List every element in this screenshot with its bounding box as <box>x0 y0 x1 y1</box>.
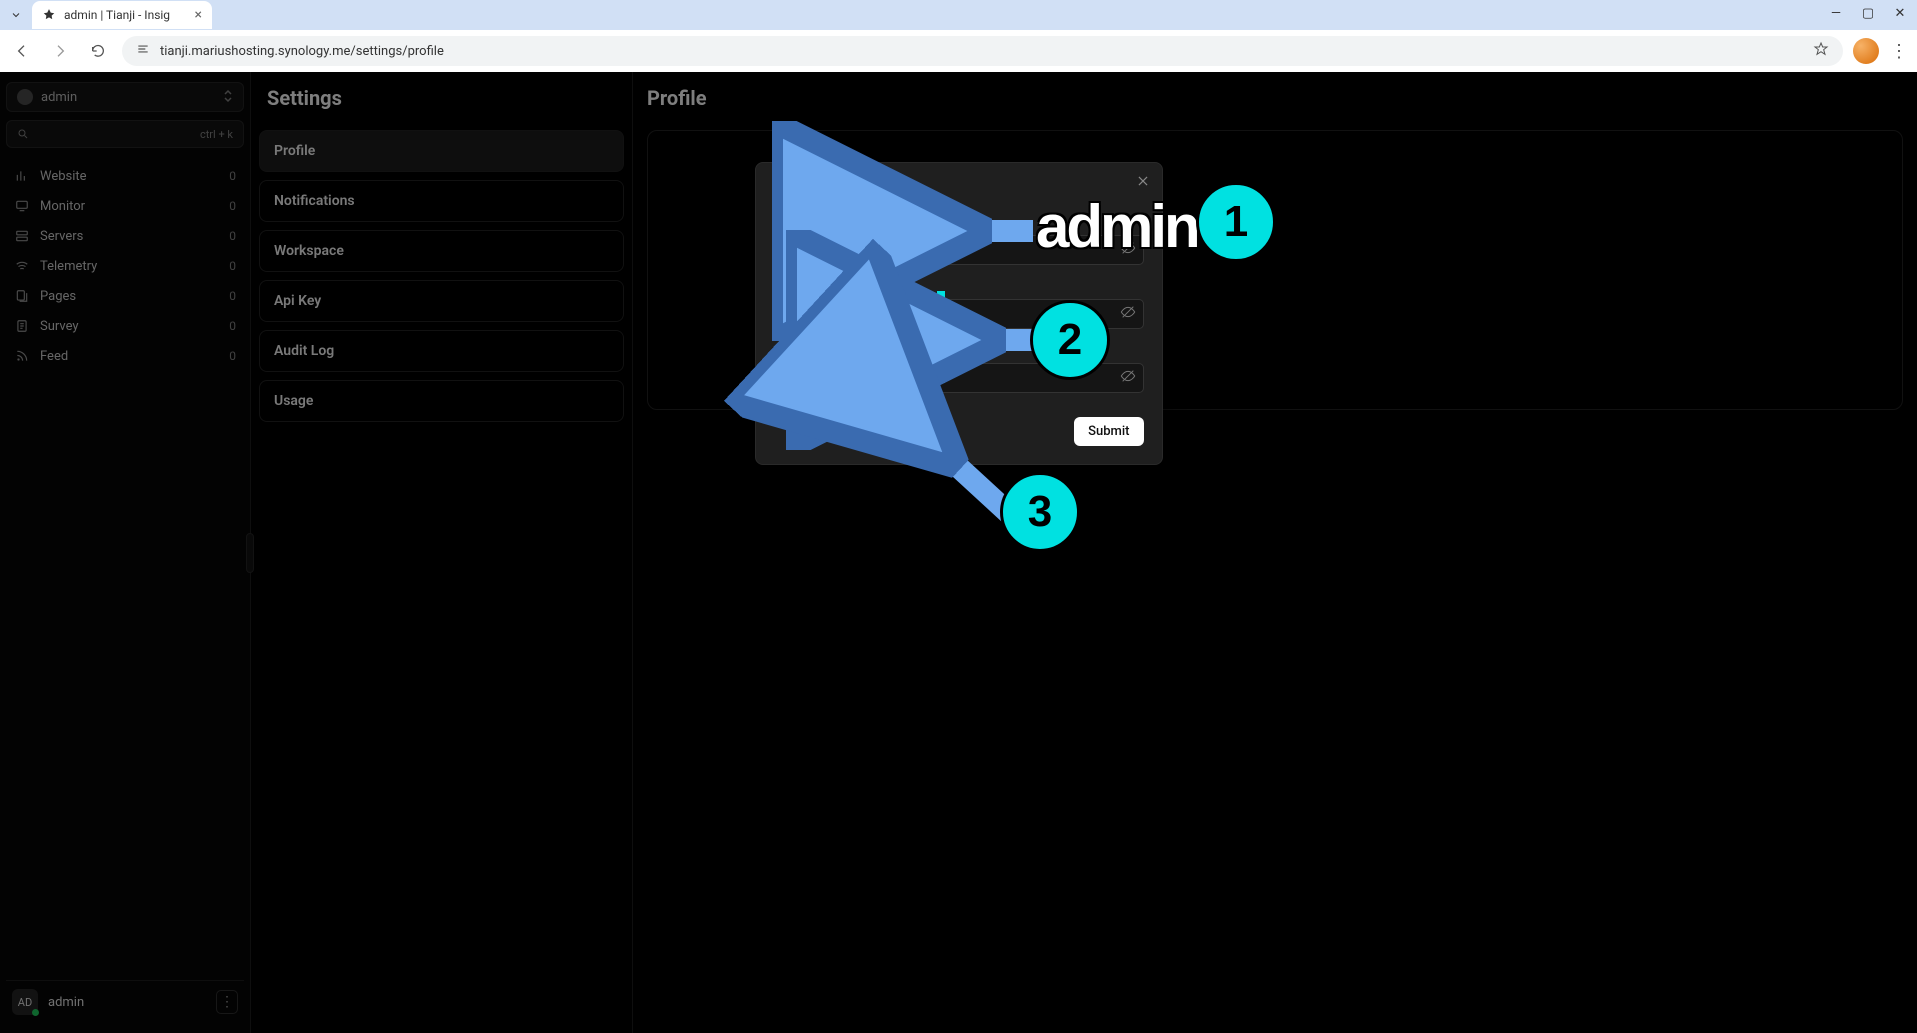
toggle-visibility-icon[interactable] <box>1120 368 1136 388</box>
field-repeat-password: *Repaet New Password <box>774 343 1144 393</box>
reload-button[interactable] <box>84 37 112 65</box>
old-password-label: *Old Password <box>774 215 1144 229</box>
browser-menu-button[interactable]: ⋮ <box>1889 41 1909 62</box>
old-password-input[interactable] <box>774 235 1144 265</box>
back-button[interactable] <box>8 37 36 65</box>
chevron-down-icon <box>10 9 22 21</box>
browser-profile-avatar[interactable] <box>1853 38 1879 64</box>
toggle-visibility-icon[interactable] <box>1120 240 1136 260</box>
url-text: tianji.mariushosting.synology.me/setting… <box>160 44 444 59</box>
repeat-password-label: *Repaet New Password <box>774 343 1144 357</box>
minimize-button[interactable]: — <box>1829 6 1843 21</box>
modal-overlay[interactable]: Change password *Old Password *New Passw… <box>0 72 1917 1033</box>
submit-button[interactable]: Submit <box>1074 417 1143 446</box>
close-window-button[interactable]: ✕ <box>1893 6 1907 21</box>
maximize-button[interactable]: ▢ <box>1861 6 1875 21</box>
tab-strip: admin | Tianji - Insig × <box>0 0 1917 30</box>
omnibox[interactable]: tianji.mariushosting.synology.me/setting… <box>122 36 1843 66</box>
arrow-right-icon <box>52 43 68 59</box>
modal-actions: Submit <box>774 417 1144 446</box>
change-password-modal: Change password *Old Password *New Passw… <box>755 162 1163 465</box>
browser-tab[interactable]: admin | Tianji - Insig × <box>32 1 212 29</box>
address-bar-row: tianji.mariushosting.synology.me/setting… <box>0 30 1917 72</box>
field-old-password: *Old Password <box>774 215 1144 265</box>
tabs-dropdown[interactable] <box>8 7 24 23</box>
browser-chrome: admin | Tianji - Insig × — ▢ ✕ tianji.ma… <box>0 0 1917 72</box>
toggle-visibility-icon[interactable] <box>1120 304 1136 324</box>
favicon-icon <box>42 8 56 22</box>
repeat-password-input[interactable] <box>774 363 1144 393</box>
site-settings-icon[interactable] <box>136 42 150 60</box>
forward-button[interactable] <box>46 37 74 65</box>
modal-title: Change password <box>774 183 1144 201</box>
modal-close-button[interactable] <box>1136 173 1150 192</box>
close-icon <box>1136 174 1150 188</box>
reload-icon <box>90 43 106 59</box>
bookmark-icon[interactable] <box>1813 41 1829 61</box>
new-password-label: *New Password <box>774 279 1144 293</box>
field-new-password: *New Password <box>774 279 1144 329</box>
app-root: admin ctrl + k Website 0 Monitor 0 Serve <box>0 72 1917 1033</box>
arrow-left-icon <box>14 43 30 59</box>
window-controls: — ▢ ✕ <box>1829 6 1907 21</box>
close-tab-icon[interactable]: × <box>195 7 202 23</box>
tab-title: admin | Tianji - Insig <box>64 8 170 22</box>
new-password-input[interactable] <box>774 299 1144 329</box>
